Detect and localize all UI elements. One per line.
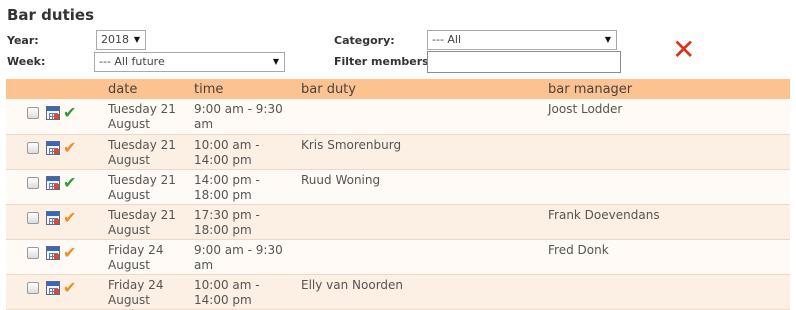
row-select-checkbox[interactable]: [27, 142, 39, 154]
pending-check-icon[interactable]: ✔: [63, 140, 79, 156]
year-label: Year:: [7, 34, 39, 47]
chevron-down-icon: ▼: [604, 35, 611, 44]
table-row: ✔ Friday 24 August 10:00 am - 14:00 pm Elly…: [6, 274, 790, 309]
column-header-bar-manager: bar manager: [548, 82, 633, 97]
bar-manager-cell: Fred Donk: [548, 242, 609, 257]
bar-manager-cell: [544, 274, 790, 309]
category-label: Category:: [334, 34, 395, 47]
time-cell: 9:00 am - 9:30 am: [194, 242, 283, 272]
week-select[interactable]: --- All future ▼: [94, 52, 285, 72]
time-cell: 10:00 am - 14:00 pm: [194, 137, 260, 167]
row-controls: ✔: [6, 204, 104, 239]
chevron-down-icon: ▼: [272, 57, 279, 66]
page-title: Bar duties: [7, 6, 95, 24]
date-cell: Friday 24 August: [108, 277, 164, 307]
bar-manager-cell: [544, 134, 790, 169]
date-cell: Tuesday 21 August: [108, 137, 176, 167]
date-cell: Tuesday 21 August: [108, 102, 176, 131]
category-select[interactable]: --- All ▼: [427, 30, 617, 50]
calendar-icon[interactable]: [46, 211, 60, 225]
column-header-time: time: [194, 82, 224, 97]
time-cell: 9:00 am - 9:30 am: [194, 102, 283, 131]
time-cell: 10:00 am - 14:00 pm: [194, 277, 260, 307]
filter-members-label: Filter members:: [334, 55, 434, 68]
filter-members-input[interactable]: [427, 51, 621, 73]
bar-manager-cell: Joost Lodder: [548, 102, 623, 116]
bar-duty-cell: Kris Smorenburg: [301, 137, 402, 152]
time-cell: 14:00 pm - 18:00 pm: [194, 172, 260, 202]
bar-duty-cell: Ruud Woning: [301, 172, 381, 187]
week-select-value: --- All future: [99, 55, 165, 68]
row-controls: ✔: [6, 169, 104, 204]
column-header-bar-duty: bar duty: [301, 82, 356, 97]
table-row: ✔ Friday 24 August 9:00 am - 9:30 am Fred D…: [6, 239, 790, 274]
bar-manager-cell: [544, 169, 790, 204]
table-row: ✔ Tuesday 21 August 17:30 pm - 18:00 pm Fra…: [6, 204, 790, 239]
year-select-value: 2018: [101, 33, 129, 46]
calendar-icon[interactable]: [46, 141, 60, 155]
table-row: ✔ Tuesday 21 August 10:00 am - 14:00 pm Kri…: [6, 134, 790, 169]
table-header-row: date time bar duty bar manager: [6, 79, 790, 99]
row-select-checkbox[interactable]: [27, 212, 39, 224]
date-cell: Tuesday 21 August: [108, 172, 176, 202]
row-controls: ✔: [6, 134, 104, 169]
pending-check-icon[interactable]: ✔: [63, 210, 79, 226]
select-column-header: [6, 79, 104, 99]
bar-duties-table: date time bar duty bar manager ✔ Tuesday …: [6, 79, 790, 310]
table-row: ✔ Tuesday 21 August 14:00 pm - 18:00 pm Ruu…: [6, 169, 790, 204]
pending-check-icon[interactable]: ✔: [63, 280, 79, 296]
year-select[interactable]: 2018 ▼: [96, 30, 146, 50]
bar-manager-cell: Frank Doevendans: [548, 207, 660, 222]
row-select-checkbox[interactable]: [27, 247, 39, 259]
column-header-date: date: [108, 82, 138, 97]
row-select-checkbox[interactable]: [27, 106, 39, 119]
date-cell: Tuesday 21 August: [108, 207, 176, 237]
table-row: ✔ Tuesday 21 August 9:00 am - 9:30 am Joost…: [6, 99, 790, 134]
week-label: Week:: [7, 55, 46, 68]
time-cell: 17:30 pm - 18:00 pm: [194, 207, 260, 237]
date-cell: Friday 24 August: [108, 242, 164, 272]
row-controls: ✔: [6, 99, 104, 134]
row-select-checkbox[interactable]: [27, 282, 39, 294]
bar-duty-cell: [297, 99, 544, 134]
bar-duty-cell: [297, 239, 544, 274]
calendar-icon[interactable]: [46, 246, 60, 260]
bar-duty-cell: Elly van Noorden: [301, 277, 404, 292]
row-controls: ✔: [6, 274, 104, 309]
row-select-checkbox[interactable]: [27, 177, 39, 189]
calendar-icon[interactable]: [46, 281, 60, 295]
confirmed-check-icon[interactable]: ✔: [63, 104, 79, 120]
category-select-value: --- All: [432, 33, 462, 46]
confirmed-check-icon[interactable]: ✔: [63, 175, 79, 191]
chevron-down-icon: ▼: [133, 35, 140, 44]
pending-check-icon[interactable]: ✔: [63, 245, 79, 261]
row-controls: ✔: [6, 239, 104, 274]
calendar-icon[interactable]: [46, 176, 60, 190]
calendar-icon[interactable]: [46, 105, 60, 120]
bar-duty-cell: [297, 204, 544, 239]
clear-filter-icon[interactable]: ✕: [672, 36, 695, 64]
